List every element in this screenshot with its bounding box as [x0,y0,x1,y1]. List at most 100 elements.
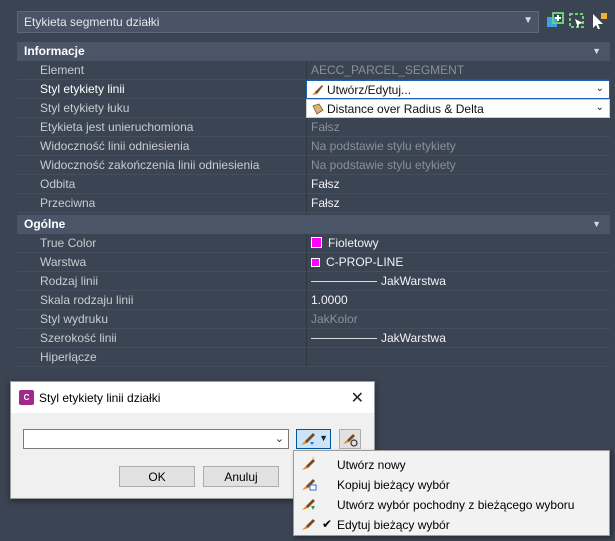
property-row-linetype-scale[interactable]: Skala rodzaju linii 1.0000 [17,291,610,310]
property-value[interactable]: 1.0000 [306,291,610,310]
properties-panel: Informacje ▼ Element AECC_PARCEL_SEGMENT… [17,42,610,367]
edit-style-icon [312,85,323,95]
brush-new-icon [302,457,315,470]
menu-item-edit-current[interactable]: ✔ Edytuj bieżący wybór [294,514,609,534]
menu-item-create-child[interactable]: Utwórz wybór pochodny z bieżącego wyboru [294,494,609,514]
property-value[interactable] [306,348,610,367]
collapse-icon[interactable]: ▼ [592,219,601,229]
property-row-leader-visibility: Widoczność linii odniesienia Na podstawi… [17,137,610,156]
property-value[interactable]: Fałsz [306,175,610,194]
property-value: Fałsz [306,118,610,137]
linetype-name: JakWarstwa [381,274,446,288]
civil3d-app-icon: C [19,390,34,405]
section-header-info[interactable]: Informacje ▼ [17,42,610,61]
color-name: Fioletowy [328,236,379,250]
collapse-icon[interactable]: ▼ [592,46,601,56]
property-value[interactable]: JakWarstwa [306,329,610,348]
menu-item-copy-current[interactable]: Kopiuj bieżący wybór [294,474,609,494]
property-row-true-color[interactable]: True Color Fioletowy [17,234,610,253]
lineweight-name: JakWarstwa [381,331,446,345]
property-value[interactable]: Fioletowy [306,234,610,253]
chevron-down-icon: ⌄ [595,102,604,113]
property-label: Widoczność zakończenia linii odniesienia [40,158,260,172]
property-row-hyperlink[interactable]: Hiperłącze [17,348,610,367]
toggle-pickadd-icon[interactable] [545,11,565,31]
chevron-down-icon: ▼ [523,15,533,26]
property-label: Element [40,63,85,77]
menu-item-label: Utwórz wybór pochodny z bieżącego wyboru [337,498,575,512]
property-label: Przeciwna [40,196,96,210]
copy-style-icon [302,479,317,491]
checkmark-icon: ✔ [322,517,333,531]
property-label: Skala rodzaju linii [40,293,134,307]
property-row-arc-label-style: Styl etykiety łuku Distance over Radius … [17,99,610,118]
dialog-titlebar[interactable]: C Styl etykiety linii działki ✕ [11,382,374,413]
property-label: Rodzaj linii [40,274,99,288]
property-row-linetype[interactable]: Rodzaj linii JakWarstwa [17,272,610,291]
caret-down-icon[interactable]: ▼ [319,433,328,443]
property-value[interactable]: JakWarstwa [306,272,610,291]
property-value[interactable]: C-PROP-LINE [306,253,610,272]
chevron-down-icon: ⌄ [595,83,604,94]
property-label: Etykieta jest unieruchomiona [40,120,194,134]
child-style-icon [302,499,315,510]
chevron-down-icon: ⌄ [274,433,284,445]
menu-item-label: Utwórz nowy [337,458,406,472]
menu-item-label: Edytuj bieżący wybór [337,518,450,532]
property-value[interactable]: Fałsz [306,194,610,213]
property-row-leader-tail-visibility: Widoczność zakończenia linii odniesienia… [17,156,610,175]
property-row-line-label-style: Styl etykiety linii Utwórz/Edytuj... ⌄ [17,80,610,99]
section-title: Ogólne [24,217,66,231]
property-label: Styl etykiety linii [40,82,125,96]
property-label: Hiperłącze [40,350,97,364]
dropdown-value: Utwórz/Edytuj... [327,83,412,97]
pick-style-icon [343,434,358,447]
edit-style-icon [301,433,315,445]
arc-label-style-dropdown[interactable]: Distance over Radius & Delta ⌄ [306,99,610,118]
dialog-title: Styl etykiety linii działki [39,391,161,405]
quick-select-icon[interactable] [589,11,609,31]
style-edit-menu: Utwórz nowy Kopiuj bieżący wybór Utwórz … [293,450,610,536]
property-label: Odbita [40,177,76,191]
layer-name: C-PROP-LINE [326,255,404,269]
section-header-general[interactable]: Ogólne ▼ [17,215,610,234]
edit-style-icon [302,519,315,530]
section-title: Informacje [24,44,85,58]
property-row-element: Element AECC_PARCEL_SEGMENT [17,61,610,80]
menu-item-create-new[interactable]: Utwórz nowy [294,454,609,474]
property-value: Na podstawie stylu etykiety [306,156,610,175]
dropdown-value: Distance over Radius & Delta [327,102,484,116]
property-label: Widoczność linii odniesienia [40,139,190,153]
property-row-lineweight[interactable]: Szerokość linii JakWarstwa [17,329,610,348]
cancel-button[interactable]: Anuluj [203,466,279,487]
properties-toolbar: Etykieta segmentu działki ▼ [0,0,615,42]
style-combo[interactable]: ⌄ [23,429,289,449]
property-value: Na podstawie stylu etykiety [306,137,610,156]
property-row-layer[interactable]: Warstwa C-PROP-LINE [17,253,610,272]
close-icon[interactable]: ✕ [351,388,364,408]
property-label: Styl etykiety łuku [40,101,130,115]
property-value: AECC_PARCEL_SEGMENT [306,61,610,80]
property-label: True Color [40,236,97,250]
property-row-reversed[interactable]: Przeciwna Fałsz [17,194,610,213]
property-value: JakKolor [306,310,610,329]
ok-button[interactable]: OK [119,466,195,487]
menu-item-label: Kopiuj bieżący wybór [337,478,450,492]
label-style-icon [312,103,324,115]
linetype-sample [311,281,377,282]
property-label: Szerokość linii [40,331,117,345]
lineweight-sample [311,338,377,339]
property-label: Warstwa [40,255,87,269]
object-type-label: Etykieta segmentu działki [24,15,160,29]
property-row-label-pinned: Etykieta jest unieruchomiona Fałsz [17,118,610,137]
layer-color-swatch [311,258,320,267]
property-label: Styl wydruku [40,312,109,326]
select-objects-icon[interactable] [567,11,587,31]
property-row-flipped[interactable]: Odbita Fałsz [17,175,610,194]
property-row-plot-style: Styl wydruku JakKolor [17,310,610,329]
line-label-style-dropdown[interactable]: Utwórz/Edytuj... ⌄ [306,80,610,99]
pick-from-drawing-button[interactable] [339,429,361,449]
object-type-select[interactable]: Etykieta segmentu działki ▼ [17,11,539,33]
style-edit-split-button[interactable]: ▼ [296,429,331,449]
color-swatch [311,237,322,248]
